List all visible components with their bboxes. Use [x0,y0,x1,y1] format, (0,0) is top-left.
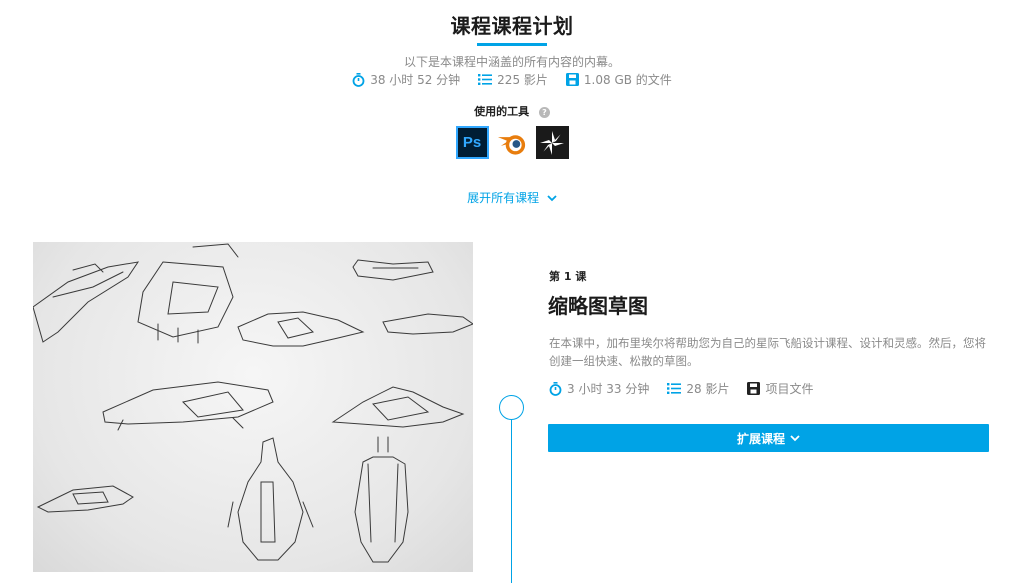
lesson-duration-text: 3 小时 33 分钟 [567,382,650,396]
list-icon [478,74,493,85]
stopwatch-icon [549,381,562,396]
keyshot-icon[interactable] [535,126,569,159]
course-duration-text: 38 小时 52 分钟 [370,73,461,87]
help-icon[interactable]: ? [538,106,550,118]
lesson-title: 缩略图草图 [548,294,648,318]
lesson-files-text: 项目文件 [765,382,814,396]
list-icon [667,383,682,394]
photoshop-icon[interactable]: Ps [455,126,489,159]
lesson-stats: 3 小时 33 分钟 28 影片 项目文件 [549,380,813,397]
tools-heading: 使用的工具 ? [0,103,1024,119]
lesson-number: 第 1 课 [549,270,587,283]
course-duration: 38 小时 52 分钟 [352,71,460,88]
course-videos: 225 影片 [478,71,548,88]
chevron-down-icon [547,195,557,202]
course-stats: 38 小时 52 分钟 225 影片 1.08 GB 的文件 [0,71,1024,88]
lesson-files[interactable]: 项目文件 [747,380,813,397]
course-files-text: 1.08 GB 的文件 [583,73,672,87]
stopwatch-icon [352,72,365,87]
timeline-line [511,418,512,583]
lesson-thumbnail [33,242,473,572]
expand-lesson-button[interactable]: 扩展课程 [548,424,989,452]
tools-list: Ps [0,126,1024,159]
page-subtitle: 以下是本课程中涵盖的所有内容的内幕。 [403,55,620,69]
page-title-wrap: 课程课程计划 [0,10,1024,46]
page-title: 课程课程计划 [450,14,574,38]
lesson-duration: 3 小时 33 分钟 [549,380,649,397]
blender-icon[interactable] [496,126,529,159]
lesson-videos-text: 28 影片 [686,382,730,396]
course-files: 1.08 GB 的文件 [565,71,672,88]
expand-all-label: 展开所有课程 [467,191,540,205]
expand-lesson-label: 扩展课程 [736,431,785,446]
timeline-node [499,395,524,420]
save-icon [565,73,579,86]
lesson-description: 在本课中，加布里埃尔将帮助您为自己的星际飞船设计课程、设计和灵感。然后，您将创建… [549,336,986,368]
course-videos-text: 225 影片 [497,73,548,87]
expand-all-lessons-link[interactable]: 展开所有课程 [0,189,1024,206]
tools-label: 使用的工具 [474,105,530,118]
save-icon [747,382,761,395]
lesson-videos: 28 影片 [667,380,729,397]
chevron-down-icon [790,434,800,441]
title-underline [477,43,547,46]
